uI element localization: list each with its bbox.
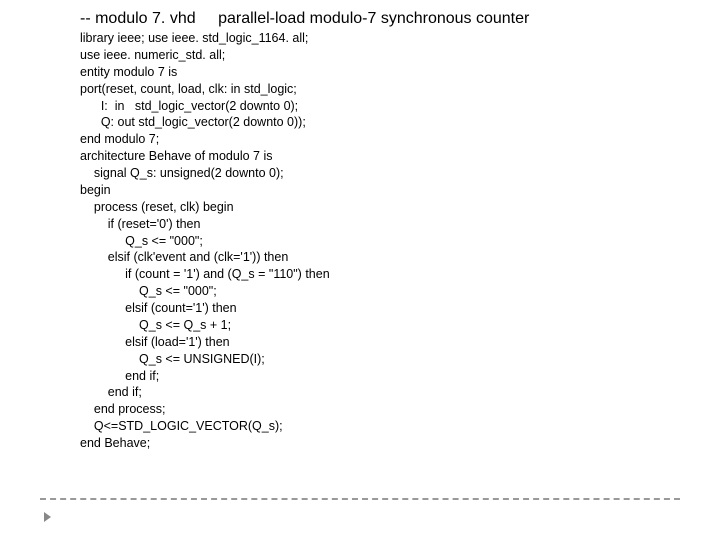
code-line: if (reset='0') then (80, 217, 200, 231)
code-line: Q_s <= UNSIGNED(I); (80, 352, 265, 366)
section-divider (40, 498, 680, 500)
code-line: elsif (load='1') then (80, 335, 230, 349)
code-line: entity modulo 7 is (80, 65, 177, 79)
code-line: Q<=STD_LOGIC_VECTOR(Q_s); (80, 419, 283, 433)
code-line: Q_s <= "000"; (80, 234, 203, 248)
code-listing: library ieee; use ieee. std_logic_1164. … (80, 30, 680, 452)
code-filename: -- modulo 7. vhd (80, 10, 196, 27)
code-line: signal Q_s: unsigned(2 downto 0); (80, 166, 284, 180)
code-line: end if; (80, 369, 159, 383)
code-line: port(reset, count, load, clk: in std_log… (80, 82, 297, 96)
code-description: parallel-load modulo-7 synchronous count… (218, 10, 529, 27)
code-line: begin (80, 183, 111, 197)
code-line: end if; (80, 385, 142, 399)
code-line: Q_s <= Q_s + 1; (80, 318, 231, 332)
code-line: if (count = '1') and (Q_s = "110") then (80, 267, 330, 281)
code-line: elsif (count='1') then (80, 301, 237, 315)
code-line: use ieee. numeric_std. all; (80, 48, 225, 62)
title-line: -- modulo 7. vhd parallel-load modulo-7 … (80, 10, 680, 28)
code-line: end Behave; (80, 436, 150, 450)
slide-content: -- modulo 7. vhd parallel-load modulo-7 … (0, 0, 720, 452)
code-line: Q_s <= "000"; (80, 284, 217, 298)
code-line: architecture Behave of modulo 7 is (80, 149, 272, 163)
code-line: end process; (80, 402, 165, 416)
code-line: end modulo 7; (80, 132, 159, 146)
code-line: Q: out std_logic_vector(2 downto 0)); (80, 115, 306, 129)
code-line: I: in std_logic_vector(2 downto 0); (80, 99, 298, 113)
code-line: library ieee; use ieee. std_logic_1164. … (80, 31, 308, 45)
arrow-right-icon (44, 512, 51, 522)
code-line: elsif (clk'event and (clk='1')) then (80, 250, 288, 264)
code-line: process (reset, clk) begin (80, 200, 234, 214)
